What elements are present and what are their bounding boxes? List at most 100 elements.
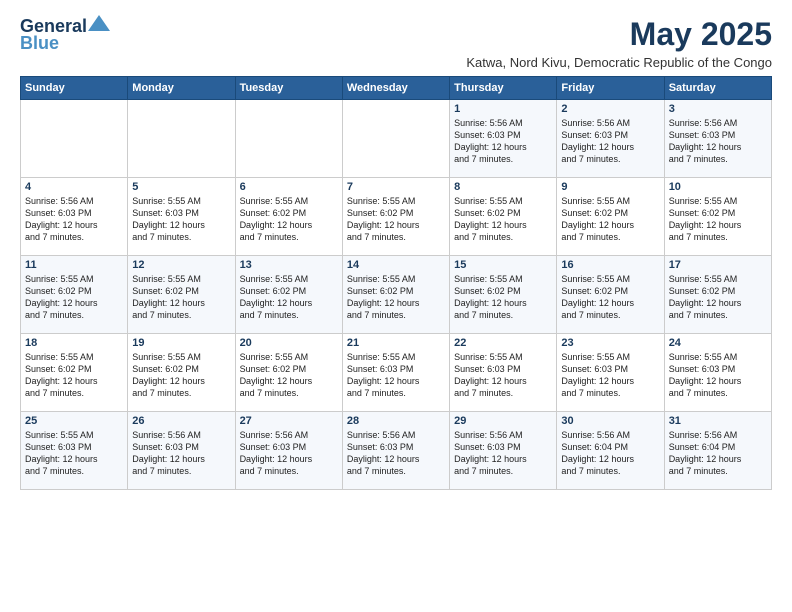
day-info: Sunrise: 5:55 AM Sunset: 6:02 PM Dayligh… <box>240 195 338 244</box>
col-saturday: Saturday <box>664 77 771 100</box>
calendar-cell: 26 Sunrise: 5:56 AM Sunset: 6:03 PM Dayli… <box>128 412 235 490</box>
calendar-cell: 7 Sunrise: 5:55 AM Sunset: 6:02 PM Daylig… <box>342 178 449 256</box>
calendar-cell: 17 Sunrise: 5:55 AM Sunset: 6:02 PM Dayli… <box>664 256 771 334</box>
day-info: Sunrise: 5:55 AM Sunset: 6:03 PM Dayligh… <box>454 351 552 400</box>
day-info: Sunrise: 5:55 AM Sunset: 6:03 PM Dayligh… <box>669 351 767 400</box>
day-info: Sunrise: 5:55 AM Sunset: 6:03 PM Dayligh… <box>25 429 123 478</box>
col-friday: Friday <box>557 77 664 100</box>
day-number: 5 <box>132 181 230 193</box>
calendar-cell: 23 Sunrise: 5:55 AM Sunset: 6:03 PM Dayli… <box>557 334 664 412</box>
col-monday: Monday <box>128 77 235 100</box>
calendar-cell: 14Sunrise: 5:55 AM Sunset: 6:02 PM Dayli… <box>342 256 449 334</box>
calendar-week-5: 25 Sunrise: 5:55 AM Sunset: 6:03 PM Dayli… <box>21 412 772 490</box>
logo: General Blue <box>20 16 110 54</box>
day-info: Sunrise: 5:55 AM Sunset: 6:02 PM Dayligh… <box>347 273 445 322</box>
day-number: 6 <box>240 181 338 193</box>
day-number: 22 <box>454 337 552 349</box>
calendar-cell: 31Sunrise: 5:56 AM Sunset: 6:04 PM Dayli… <box>664 412 771 490</box>
weekday-row: Sunday Monday Tuesday Wednesday Thursday… <box>21 77 772 100</box>
col-sunday: Sunday <box>21 77 128 100</box>
day-info: Sunrise: 5:56 AM Sunset: 6:03 PM Dayligh… <box>669 117 767 166</box>
calendar-cell: 4 Sunrise: 5:56 AM Sunset: 6:03 PM Daylig… <box>21 178 128 256</box>
calendar-cell: 28Sunrise: 5:56 AM Sunset: 6:03 PM Dayli… <box>342 412 449 490</box>
day-info: Sunrise: 5:56 AM Sunset: 6:03 PM Dayligh… <box>132 429 230 478</box>
day-info: Sunrise: 5:56 AM Sunset: 6:03 PM Dayligh… <box>454 429 552 478</box>
day-info: Sunrise: 5:55 AM Sunset: 6:02 PM Dayligh… <box>25 351 123 400</box>
day-info: Sunrise: 5:55 AM Sunset: 6:02 PM Dayligh… <box>454 195 552 244</box>
logo-blue: Blue <box>20 33 59 54</box>
day-number: 28 <box>347 415 445 427</box>
calendar-cell: 5Sunrise: 5:55 AM Sunset: 6:03 PM Daylig… <box>128 178 235 256</box>
title-area: May 2025 Katwa, Nord Kivu, Democratic Re… <box>466 16 772 70</box>
day-number: 30 <box>561 415 659 427</box>
day-number: 13 <box>240 259 338 271</box>
calendar-cell: 11 Sunrise: 5:55 AM Sunset: 6:02 PM Dayli… <box>21 256 128 334</box>
day-number: 3 <box>669 103 767 115</box>
calendar-cell: 2 Sunrise: 5:56 AM Sunset: 6:03 PM Daylig… <box>557 100 664 178</box>
col-thursday: Thursday <box>450 77 557 100</box>
day-info: Sunrise: 5:56 AM Sunset: 6:03 PM Dayligh… <box>240 429 338 478</box>
calendar: Sunday Monday Tuesday Wednesday Thursday… <box>20 76 772 490</box>
day-number: 1 <box>454 103 552 115</box>
calendar-cell: 12 Sunrise: 5:55 AM Sunset: 6:02 PM Dayli… <box>128 256 235 334</box>
main-title: May 2025 <box>466 16 772 53</box>
calendar-cell <box>342 100 449 178</box>
header: General Blue May 2025 Katwa, Nord Kivu, … <box>20 16 772 70</box>
calendar-cell: 1Sunrise: 5:56 AM Sunset: 6:03 PM Daylig… <box>450 100 557 178</box>
calendar-cell <box>128 100 235 178</box>
day-info: Sunrise: 5:55 AM Sunset: 6:03 PM Dayligh… <box>347 351 445 400</box>
calendar-cell: 3 Sunrise: 5:56 AM Sunset: 6:03 PM Daylig… <box>664 100 771 178</box>
calendar-cell: 10Sunrise: 5:55 AM Sunset: 6:02 PM Dayli… <box>664 178 771 256</box>
day-info: Sunrise: 5:55 AM Sunset: 6:02 PM Dayligh… <box>561 273 659 322</box>
calendar-week-3: 11 Sunrise: 5:55 AM Sunset: 6:02 PM Dayli… <box>21 256 772 334</box>
calendar-cell: 15Sunrise: 5:55 AM Sunset: 6:02 PM Dayli… <box>450 256 557 334</box>
day-info: Sunrise: 5:56 AM Sunset: 6:03 PM Dayligh… <box>25 195 123 244</box>
day-info: Sunrise: 5:56 AM Sunset: 6:03 PM Dayligh… <box>561 117 659 166</box>
day-info: Sunrise: 5:55 AM Sunset: 6:02 PM Dayligh… <box>669 273 767 322</box>
day-number: 12 <box>132 259 230 271</box>
day-number: 21 <box>347 337 445 349</box>
calendar-cell: 20Sunrise: 5:55 AM Sunset: 6:02 PM Dayli… <box>235 334 342 412</box>
day-info: Sunrise: 5:56 AM Sunset: 6:04 PM Dayligh… <box>561 429 659 478</box>
day-info: Sunrise: 5:55 AM Sunset: 6:02 PM Dayligh… <box>132 273 230 322</box>
col-wednesday: Wednesday <box>342 77 449 100</box>
day-info: Sunrise: 5:55 AM Sunset: 6:03 PM Dayligh… <box>561 351 659 400</box>
calendar-cell: 6 Sunrise: 5:55 AM Sunset: 6:02 PM Daylig… <box>235 178 342 256</box>
day-number: 2 <box>561 103 659 115</box>
calendar-cell: 8 Sunrise: 5:55 AM Sunset: 6:02 PM Daylig… <box>450 178 557 256</box>
day-info: Sunrise: 5:55 AM Sunset: 6:02 PM Dayligh… <box>561 195 659 244</box>
day-number: 26 <box>132 415 230 427</box>
page: General Blue May 2025 Katwa, Nord Kivu, … <box>0 0 792 612</box>
calendar-header: Sunday Monday Tuesday Wednesday Thursday… <box>21 77 772 100</box>
day-number: 16 <box>561 259 659 271</box>
day-info: Sunrise: 5:55 AM Sunset: 6:02 PM Dayligh… <box>347 195 445 244</box>
day-number: 23 <box>561 337 659 349</box>
day-info: Sunrise: 5:55 AM Sunset: 6:02 PM Dayligh… <box>132 351 230 400</box>
calendar-cell: 13Sunrise: 5:55 AM Sunset: 6:02 PM Dayli… <box>235 256 342 334</box>
calendar-cell: 22 Sunrise: 5:55 AM Sunset: 6:03 PM Dayli… <box>450 334 557 412</box>
calendar-cell <box>235 100 342 178</box>
day-number: 7 <box>347 181 445 193</box>
day-number: 8 <box>454 181 552 193</box>
logo-icon <box>88 15 110 31</box>
day-number: 9 <box>561 181 659 193</box>
day-number: 4 <box>25 181 123 193</box>
day-number: 17 <box>669 259 767 271</box>
calendar-cell: 24 Sunrise: 5:55 AM Sunset: 6:03 PM Dayli… <box>664 334 771 412</box>
day-info: Sunrise: 5:55 AM Sunset: 6:02 PM Dayligh… <box>240 351 338 400</box>
day-number: 25 <box>25 415 123 427</box>
day-number: 11 <box>25 259 123 271</box>
calendar-cell: 9 Sunrise: 5:55 AM Sunset: 6:02 PM Daylig… <box>557 178 664 256</box>
calendar-cell <box>21 100 128 178</box>
calendar-cell: 21 Sunrise: 5:55 AM Sunset: 6:03 PM Dayli… <box>342 334 449 412</box>
calendar-cell: 25 Sunrise: 5:55 AM Sunset: 6:03 PM Dayli… <box>21 412 128 490</box>
day-info: Sunrise: 5:55 AM Sunset: 6:02 PM Dayligh… <box>25 273 123 322</box>
calendar-cell: 30 Sunrise: 5:56 AM Sunset: 6:04 PM Dayli… <box>557 412 664 490</box>
calendar-cell: 19Sunrise: 5:55 AM Sunset: 6:02 PM Dayli… <box>128 334 235 412</box>
col-tuesday: Tuesday <box>235 77 342 100</box>
day-number: 15 <box>454 259 552 271</box>
subtitle: Katwa, Nord Kivu, Democratic Republic of… <box>466 55 772 70</box>
day-info: Sunrise: 5:55 AM Sunset: 6:02 PM Dayligh… <box>669 195 767 244</box>
day-number: 18 <box>25 337 123 349</box>
day-number: 24 <box>669 337 767 349</box>
